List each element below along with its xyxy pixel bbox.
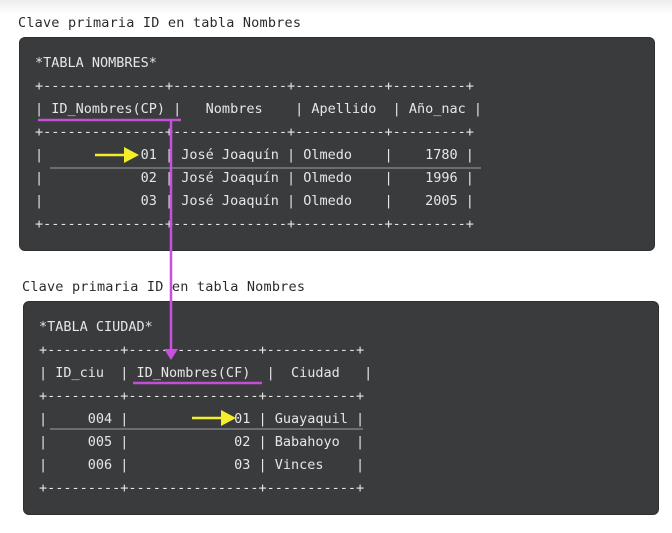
table-row: | 01 | José Joaquín | Olmedo | 1780 |: [35, 147, 474, 163]
table-border: +---------+----------------+-----------+: [39, 342, 365, 358]
table-header-row: | ID_ciu | ID_Nombres(CF) | Ciudad |: [39, 365, 373, 381]
top-fade: [0, 0, 672, 14]
table-header-row: | ID_Nombres(CP) | Nombres | Apellido | …: [35, 101, 483, 117]
table-border: +---------+----------------+-----------+: [39, 480, 365, 496]
table-row: | 005 | 02 | Babahoyo |: [39, 434, 365, 450]
table-border: +---------+----------------+-----------+: [39, 388, 365, 404]
code-panel-ciudad: *TABLA CIUDAD* +---------+---------------…: [23, 301, 659, 515]
caption-top: Clave primaria ID en tabla Nombres: [18, 15, 302, 31]
table-border: +---------------+--------------+--------…: [35, 216, 474, 232]
table-row: | 02 | José Joaquín | Olmedo | 1996 |: [35, 170, 474, 186]
table-row: | 006 | 03 | Vinces |: [39, 457, 365, 473]
table-border: +---------------+--------------+--------…: [35, 78, 474, 94]
caption-bottom: Clave primaria ID en tabla Nombres: [22, 279, 306, 295]
code-panel-nombres: *TABLA NOMBRES* +---------------+--------…: [19, 37, 655, 251]
table-row: | 004 | 01 | Guayaquil |: [39, 411, 365, 427]
code-block-ciudad: *TABLA CIUDAD* +---------+---------------…: [39, 316, 372, 500]
table-row: | 03 | José Joaquín | Olmedo | 2005 |: [35, 193, 474, 209]
table-title: *TABLA NOMBRES*: [35, 55, 157, 71]
table-title: *TABLA CIUDAD*: [39, 319, 153, 335]
table-border: +---------------+--------------+--------…: [35, 124, 474, 140]
code-block-nombres: *TABLA NOMBRES* +---------------+--------…: [35, 52, 482, 236]
